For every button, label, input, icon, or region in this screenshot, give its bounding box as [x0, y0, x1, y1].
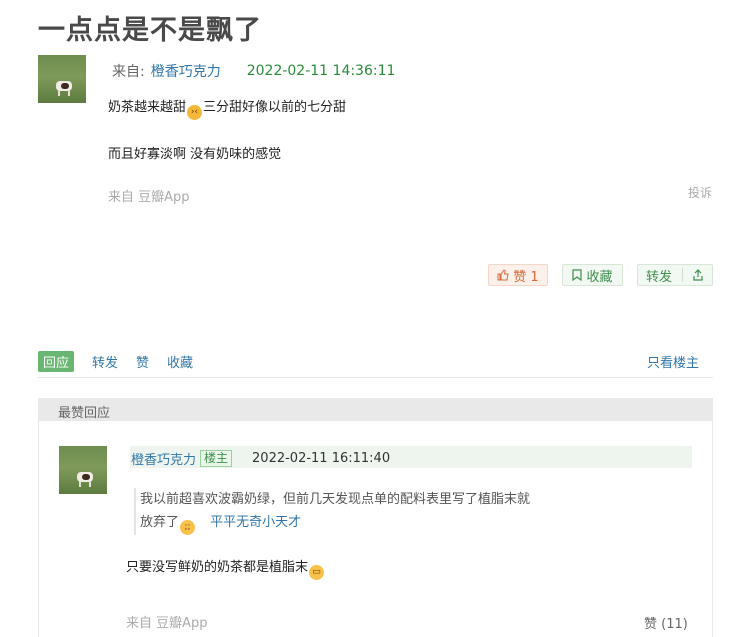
report-link[interactable]: 投诉 — [688, 184, 712, 201]
reply-meta: 橙香巧克力 楼主 2022-02-11 16:11:40 — [131, 449, 390, 468]
share-icon[interactable] — [692, 269, 704, 281]
reply-text: 只要没写鲜奶的奶茶都是植脂末 ▭ — [126, 556, 325, 580]
crying-face-emoji-icon: ;; — [180, 520, 196, 535]
post-line-2: 而且好寡淡啊 没有奶味的感觉 — [108, 147, 282, 162]
post-title: 一点点是不是飘了 — [38, 15, 262, 46]
share-button-label: 转发 — [646, 269, 673, 285]
quote-line-2: 放弃了;; 平平无奇小天才 — [140, 511, 660, 535]
avatar-dog-spot — [82, 474, 90, 480]
reply-author-link[interactable]: 橙香巧克力 — [131, 449, 196, 468]
from-label: 来自: — [112, 64, 145, 80]
tab-reply[interactable]: 回应 — [38, 351, 75, 372]
share-button[interactable]: 转发 — [637, 264, 713, 286]
reply-time: 2022-02-11 16:11:40 — [252, 451, 391, 466]
post-author-link[interactable]: 橙香巧克力 — [151, 61, 221, 81]
bookmark-icon — [572, 269, 583, 281]
post-line-1a: 奶茶越来越甜 — [108, 100, 187, 115]
like-button[interactable]: 赞 1 — [488, 264, 548, 286]
reply-source: 来自 豆瓣App — [126, 616, 208, 631]
angry-face-emoji-icon: ›‹ — [187, 105, 203, 120]
op-badge: 楼主 — [200, 450, 233, 467]
post-source: 来自 豆瓣App — [108, 190, 190, 205]
collect-button[interactable]: 收藏 — [562, 264, 623, 286]
collect-button-label: 收藏 — [586, 269, 613, 285]
tab-collect[interactable]: 收藏 — [167, 352, 193, 371]
only-op-link[interactable]: 只看楼主 — [647, 352, 699, 371]
post-meta: 来自: 橙香巧克力 2022-02-11 14:36:11 — [112, 61, 395, 81]
tab-like[interactable]: 赞 — [136, 352, 149, 371]
quote-line-1: 我以前超喜欢波霸奶绿，但前几天发现点单的配料表里写了植脂末就 — [140, 492, 531, 507]
thumb-up-icon — [497, 269, 509, 281]
tab-forward[interactable]: 转发 — [92, 352, 118, 371]
author-avatar[interactable] — [38, 55, 86, 103]
quote-line-2-text: 放弃了 — [140, 515, 180, 530]
tabs-divider — [38, 377, 713, 378]
post-line-1b: 三分甜好像以前的七分甜 — [203, 100, 347, 115]
like-button-label: 赞 1 — [513, 269, 539, 285]
top-replies-title: 最赞回应 — [58, 406, 111, 421]
reply-text-content: 只要没写鲜奶的奶茶都是植脂末 — [126, 560, 309, 575]
post-time: 2022-02-11 14:36:11 — [246, 63, 396, 79]
reply-author-avatar[interactable] — [59, 446, 107, 494]
post-line-1: 奶茶越来越甜 ›‹ 三分甜好像以前的七分甜 — [108, 96, 346, 120]
top-replies-header: 最赞回应 — [38, 398, 713, 421]
avatar-dog-spot — [61, 83, 69, 89]
quote-author-link[interactable]: 平平无奇小天才 — [210, 515, 301, 530]
reply-tabs: 回应 转发 赞 收藏 — [38, 351, 193, 372]
grimace-face-emoji-icon: ▭ — [309, 565, 325, 580]
reply-like-link[interactable]: 赞 (11) — [644, 613, 688, 632]
quoted-reply: 我以前超喜欢波霸奶绿，但前几天发现点单的配料表里写了植脂末就 放弃了;; 平平无… — [134, 488, 660, 535]
